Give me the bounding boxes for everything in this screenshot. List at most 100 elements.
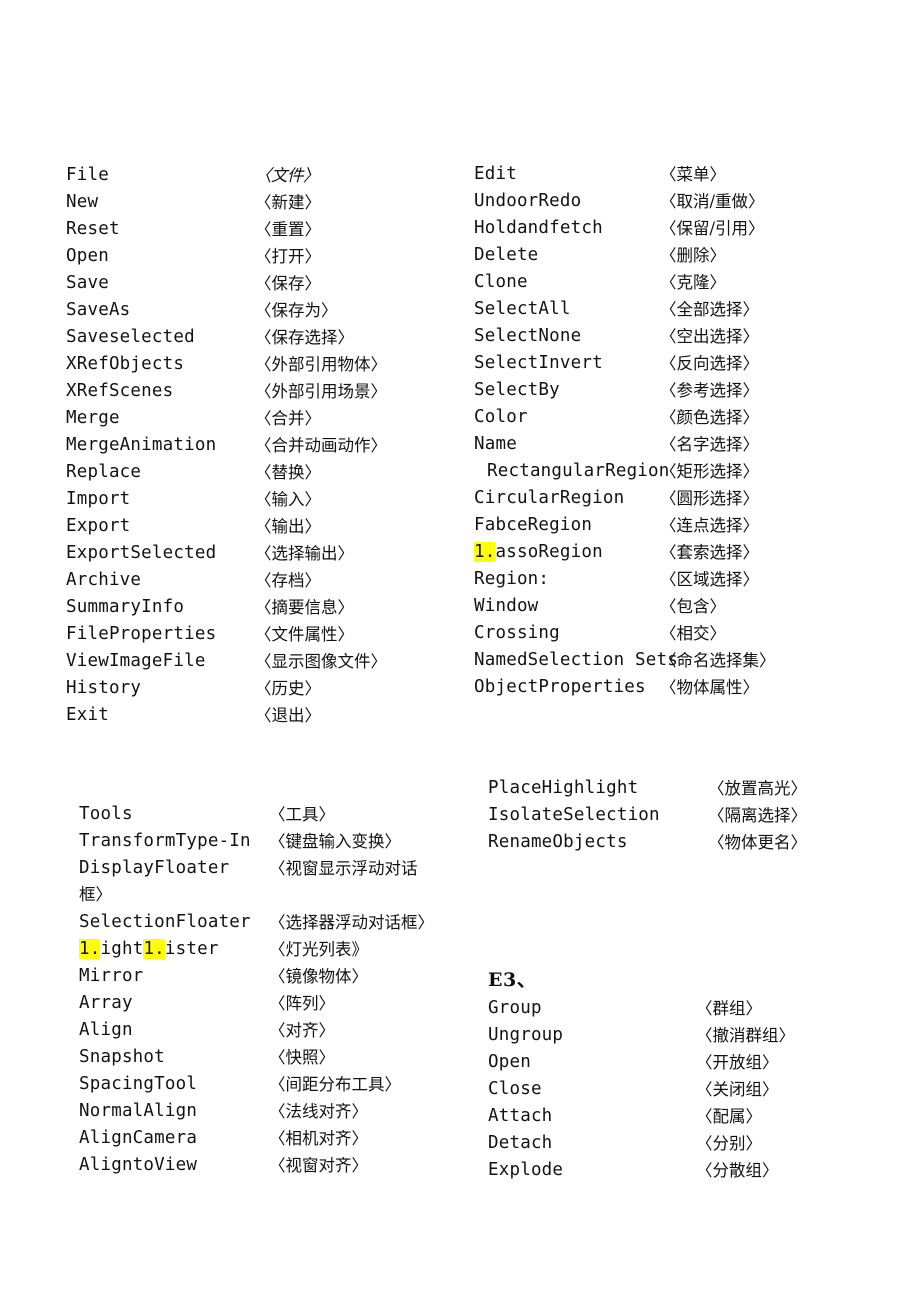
edit-menu-translation: 〈颜色选择〉 [660, 408, 759, 427]
ocr-highlight-fragment: 1. [79, 939, 101, 959]
file-menu-term: ViewImageFile [66, 651, 206, 671]
edit-menu-term: Edit [474, 164, 517, 184]
file-menu-translation: 〈选择输出〉 [255, 544, 354, 563]
tools-menu-translation: 〈对齐〉 [269, 1021, 335, 1040]
file-menu-term: ExportSelected [66, 543, 217, 563]
tools-menu-translation: 〈选择器浮动对话框〉 [269, 913, 434, 932]
tools-menu-term: Align [79, 1020, 133, 1040]
edit-menu-term: Region: [474, 569, 550, 589]
edit-menu-translation: 〈反向选择〉 [660, 354, 759, 373]
edit-menu-term: SelectAll [474, 299, 571, 319]
tools-menu-term: Tools [79, 804, 133, 824]
file-menu-term: MergeAnimation [66, 435, 217, 455]
file-menu-term: Open [66, 246, 109, 266]
group-menu-translation: 〈关闭组〉 [696, 1080, 779, 1099]
ocr-highlight-fragment: 1. [474, 542, 496, 562]
edit-menu-term: RectangularRegion [487, 461, 670, 481]
tools-menu-translation: 〈灯光列表》 [269, 940, 368, 959]
file-menu-term: Merge [66, 408, 120, 428]
display-menu-translation: 〈隔离选择〉 [708, 806, 807, 825]
tools-menu-translation: 〈相机对齐〉 [269, 1129, 368, 1148]
tools-menu-translation: 〈键盘输入变换〉 [269, 832, 401, 851]
tools-menu-translation: 〈法线对齐〉 [269, 1102, 368, 1121]
group-menu-term: Detach [488, 1133, 553, 1153]
group-menu-term: Open [488, 1052, 531, 1072]
file-menu-translation: 〈历史〉 [255, 679, 321, 698]
file-menu-translation: 〈文件〉 [255, 166, 320, 185]
file-menu-translation: 〈外部引用场景〉 [255, 382, 387, 401]
edit-menu-translation: 〈参考选择〉 [660, 381, 759, 400]
document-page: File 〈文件〉 New 〈新建〉 Reset 〈重置〉 Open 〈打开〉 Save 〈保存〉… [0, 0, 920, 1301]
file-menu-translation: 〈替换〉 [255, 463, 321, 482]
file-menu-term: Reset [66, 219, 120, 239]
edit-menu-term: FabceRegion [474, 515, 593, 535]
file-menu-term: Replace [66, 462, 142, 482]
file-menu-term: Saveselected [66, 327, 195, 347]
edit-menu-term: ObjectProperties [474, 677, 646, 697]
edit-menu-term: Name [474, 434, 517, 454]
file-menu-translation: 〈显示图像文件〉 [255, 652, 387, 671]
file-menu-translation: 〈保存选择〉 [255, 328, 354, 347]
tools-menu-term: Mirror [79, 966, 144, 986]
edit-menu-term: Delete [474, 245, 539, 265]
edit-menu-term: Crossing [474, 623, 560, 643]
edit-menu-translation: 〈区域选择〉 [660, 570, 759, 589]
tools-menu-translation: 〈间距分布工具〉 [269, 1075, 401, 1094]
file-menu-term: XRefObjects [66, 354, 185, 374]
edit-menu-translation: 〈名字选择〉 [660, 435, 759, 454]
file-menu-term: Exit [66, 705, 109, 725]
tools-menu-translation: 〈镜像物体〉 [269, 967, 368, 986]
edit-menu-term: SelectBy [474, 380, 560, 400]
tools-menu-translation: 〈视窗对齐〉 [269, 1156, 368, 1175]
translation-wrap-tail: 框〉 [79, 885, 112, 904]
edit-menu-term: SelectInvert [474, 353, 603, 373]
edit-menu-translation: 〈取消/重做〉 [660, 192, 765, 211]
tools-menu-translation: 〈阵列〉 [269, 994, 335, 1013]
edit-menu-translation: 〈空出选择〉 [660, 327, 759, 346]
tools-menu-term: AligntoView [79, 1155, 198, 1175]
file-menu-term: History [66, 678, 142, 698]
edit-menu-term: Clone [474, 272, 528, 292]
file-menu-translation: 〈重置〉 [255, 220, 321, 239]
file-menu-term: Save [66, 273, 109, 293]
file-menu-translation: 〈新建〉 [255, 193, 321, 212]
term-fragment: ight [100, 939, 144, 959]
file-menu-term: Archive [66, 570, 142, 590]
edit-menu-translation: 〈套索选择〉 [660, 543, 759, 562]
edit-menu-translation: 〈全部选择〉 [660, 300, 759, 319]
file-menu-term: FileProperties [66, 624, 217, 644]
edit-menu-translation: 〈相交〉 [660, 624, 726, 643]
file-menu-translation: 〈输入〉 [255, 490, 321, 509]
tools-menu-translation: 〈快照〉 [269, 1048, 335, 1067]
edit-menu-term: UndoorRedo [474, 191, 582, 211]
file-menu-translation: 〈外部引用物体〉 [255, 355, 387, 374]
group-menu-term: Group [488, 998, 542, 1018]
group-menu-translation: 〈撤消群组〉 [696, 1026, 795, 1045]
display-menu-translation: 〈放置高光〉 [708, 779, 807, 798]
file-menu-translation: 〈文件属性〉 [255, 625, 354, 644]
tools-menu-term: NormalAlign [79, 1101, 198, 1121]
group-section-heading: E3、 [488, 969, 537, 991]
edit-menu-term: Color [474, 407, 528, 427]
group-menu-translation: 〈开放组〉 [696, 1053, 779, 1072]
tools-menu-translation: 〈视窗显示浮动对话 [269, 859, 418, 878]
edit-menu-translation: 〈连点选择〉 [660, 516, 759, 535]
file-menu-term: Export [66, 516, 131, 536]
edit-menu-term: NamedSelection Sets [474, 650, 678, 670]
group-menu-translation: 〈分散组〉 [696, 1161, 779, 1180]
file-menu-term: New [66, 192, 99, 212]
file-menu-term: Import [66, 489, 131, 509]
file-menu-translation: 〈合并〉 [255, 409, 321, 428]
tools-menu-term: SelectionFloater [79, 912, 251, 932]
tools-menu-translation: 〈工具〉 [269, 805, 335, 824]
display-menu-term: PlaceHighlight [488, 778, 639, 798]
edit-menu-translation: 〈圆形选择〉 [660, 489, 759, 508]
file-menu-term: SummaryInfo [66, 597, 185, 617]
file-menu-translation: 〈退出〉 [255, 706, 321, 725]
tools-menu-term: Array [79, 993, 133, 1013]
group-menu-translation: 〈群组〉 [696, 999, 762, 1018]
tools-menu-term: TransformType-In [79, 831, 251, 851]
ocr-highlight-fragment: 1. [143, 939, 165, 959]
tools-menu-term: 1.ight1.ister [79, 938, 219, 960]
tools-menu-term: Snapshot [79, 1047, 165, 1067]
